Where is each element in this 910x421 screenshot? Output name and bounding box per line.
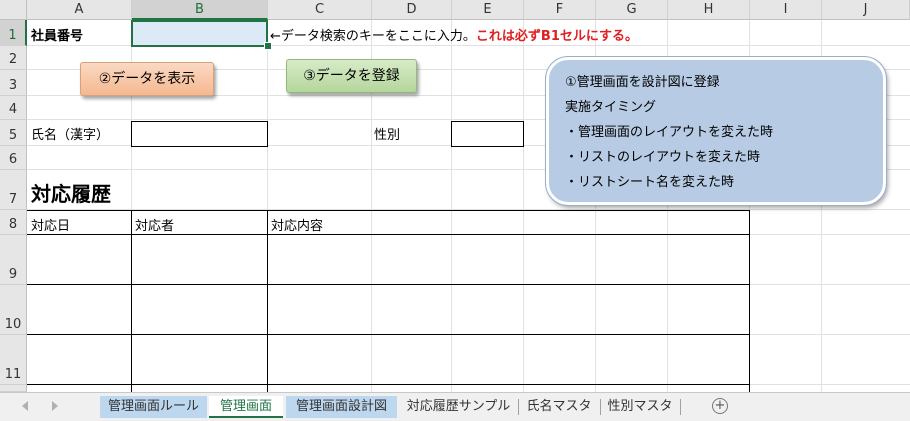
select-all-corner[interactable] xyxy=(0,0,27,20)
history-table xyxy=(27,210,750,392)
column-header-i[interactable]: I xyxy=(750,0,822,20)
column-header-b[interactable]: B xyxy=(132,0,268,20)
show-data-button[interactable]: ②データを表示 xyxy=(80,62,214,96)
callout-item: ・リストのレイアウトを変えた時 xyxy=(565,150,761,165)
register-data-button[interactable]: ③データを登録 xyxy=(286,59,417,93)
gender-label: 性別 xyxy=(374,128,401,143)
tab-management-design[interactable]: 管理画面設計図 xyxy=(286,396,397,418)
column-header-j[interactable]: J xyxy=(822,0,910,20)
row-header-5[interactable]: 5 xyxy=(0,120,27,146)
sheet-tab-bar: 管理画面ルール 管理画面 管理画面設計図 対応履歴サンプル 氏名マスタ 性別マス… xyxy=(0,392,910,421)
history-row-1-date[interactable] xyxy=(28,235,130,284)
tab-management-screen[interactable]: 管理画面 xyxy=(209,396,283,418)
plus-circle-icon[interactable]: + xyxy=(712,398,728,414)
history-col-date: 対応日 xyxy=(31,219,71,234)
name-kanji-input-cell[interactable] xyxy=(131,121,268,147)
search-key-note: ←データ検索のキーをここに入力。これは必ずB1セルにする。 xyxy=(270,29,638,44)
column-header-a[interactable]: A xyxy=(27,0,132,20)
row-header-1[interactable]: 1 xyxy=(0,20,27,46)
name-kanji-label: 氏名（漢字） xyxy=(31,128,110,143)
column-header-d[interactable]: D xyxy=(372,0,452,20)
tab-management-rules[interactable]: 管理画面ルール xyxy=(100,396,207,418)
b1-warning-text: これは必ずB1セルにする。 xyxy=(475,29,638,44)
row-header-7[interactable]: 7 xyxy=(0,170,27,210)
column-header-f[interactable]: F xyxy=(524,0,596,20)
row-header-8[interactable]: 8 xyxy=(0,210,27,235)
tab-gender-master[interactable]: 性別マスタ xyxy=(602,396,678,418)
callout-title: ①管理画面を設計図に登録 xyxy=(565,75,720,90)
tab-history-sample[interactable]: 対応履歴サンプル xyxy=(401,396,516,418)
registration-callout[interactable]: ①管理画面を設計図に登録 実施タイミング ・管理画面のレイアウトを変えた時 ・リ… xyxy=(546,57,886,205)
row-header-10[interactable]: 10 xyxy=(0,285,27,335)
row-header-6[interactable]: 6 xyxy=(0,146,27,170)
row-header-3[interactable]: 3 xyxy=(0,70,27,96)
callout-item: ・管理画面のレイアウトを変えた時 xyxy=(565,125,774,140)
history-col-person: 対応者 xyxy=(135,219,175,234)
row-header-4[interactable]: 4 xyxy=(0,96,27,120)
employee-number-label: 社員番号 xyxy=(31,29,84,44)
triangle-left-icon[interactable] xyxy=(22,401,28,411)
history-row-2-date[interactable] xyxy=(28,285,130,334)
column-header-e[interactable]: E xyxy=(452,0,524,20)
row-header-2[interactable]: 2 xyxy=(0,46,27,70)
employee-number-input-cell[interactable] xyxy=(131,20,268,47)
history-col-content: 対応内容 xyxy=(271,219,324,234)
column-header-g[interactable]: G xyxy=(596,0,668,20)
column-header-c[interactable]: C xyxy=(268,0,372,20)
triangle-right-icon[interactable] xyxy=(52,401,58,411)
callout-item: ・リストシート名を変えた時 xyxy=(565,175,735,190)
callout-subtitle: 実施タイミング xyxy=(565,100,657,115)
gender-input-cell[interactable] xyxy=(451,121,524,147)
column-header-h[interactable]: H xyxy=(668,0,750,20)
history-heading: 対応履歴 xyxy=(31,182,111,206)
tab-name-master[interactable]: 氏名マスタ xyxy=(520,396,598,418)
row-header-12[interactable] xyxy=(0,385,27,392)
history-row-3-date[interactable] xyxy=(28,335,130,384)
row-header-9[interactable]: 9 xyxy=(0,235,27,285)
row-header-11[interactable]: 11 xyxy=(0,335,27,385)
